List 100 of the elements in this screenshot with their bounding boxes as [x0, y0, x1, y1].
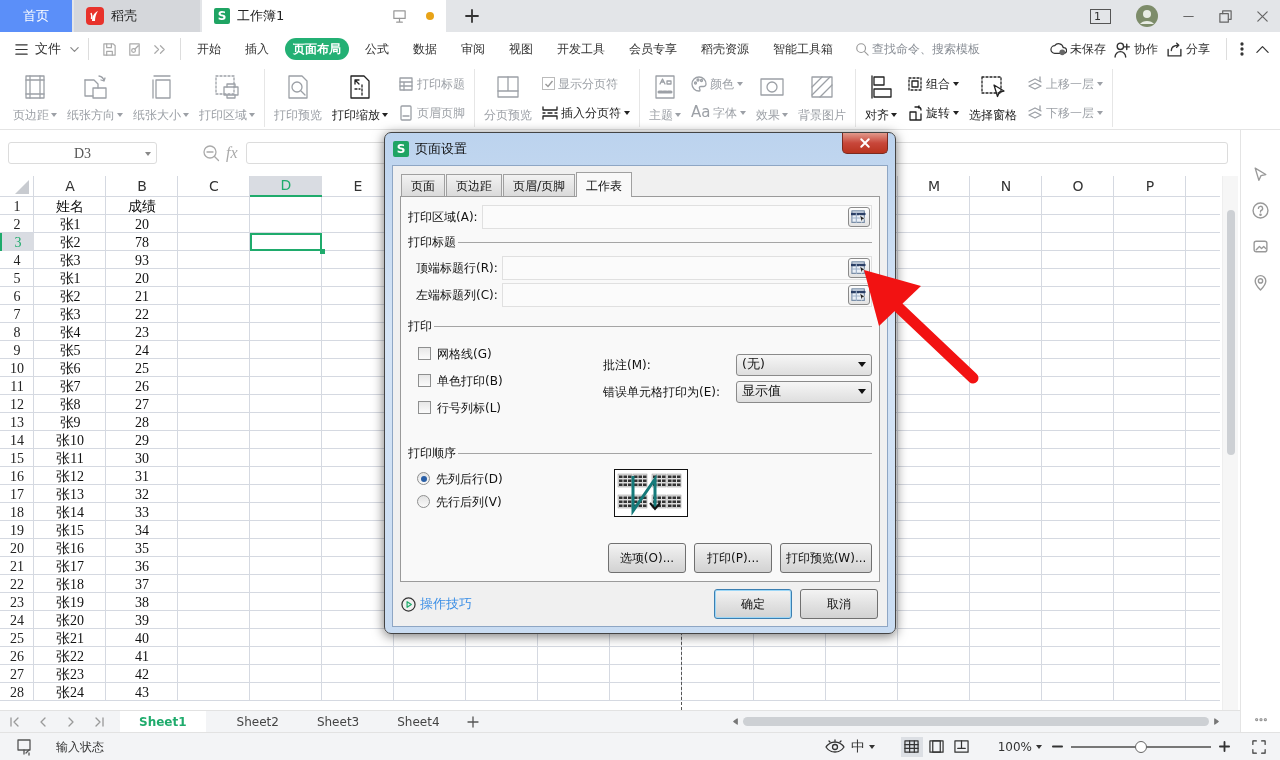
- row-header[interactable]: 9: [0, 341, 34, 359]
- column-header[interactable]: A: [34, 176, 106, 197]
- ribbon-tab[interactable]: 视图: [501, 38, 541, 60]
- row-header[interactable]: 15: [0, 449, 34, 467]
- document-tab[interactable]: 稻壳: [74, 0, 200, 32]
- range-field[interactable]: [501, 256, 872, 280]
- dialog-button[interactable]: 确定: [714, 589, 792, 619]
- row-header[interactable]: 4: [0, 251, 34, 269]
- column-header[interactable]: M: [898, 176, 970, 197]
- fullscreen-icon[interactable]: [1252, 739, 1266, 754]
- column-header[interactable]: C: [178, 176, 250, 197]
- first-icon[interactable]: [9, 715, 21, 728]
- vertical-scrollbar[interactable]: [1222, 176, 1238, 710]
- cell-icon[interactable]: [16, 737, 34, 756]
- dialog-button[interactable]: 打印(P)...: [694, 543, 772, 573]
- ribbon-tab[interactable]: 稻壳资源: [693, 38, 757, 60]
- row-header[interactable]: 16: [0, 467, 34, 485]
- row-header[interactable]: 7: [0, 305, 34, 323]
- toolbar-button[interactable]: 协作: [1114, 40, 1158, 58]
- ribbon-button[interactable]: 打印缩放: [327, 69, 393, 127]
- file-menu[interactable]: 文件: [35, 39, 80, 59]
- avatar-icon[interactable]: [1135, 4, 1159, 28]
- dialog-button[interactable]: 打印预览(W)...: [780, 543, 872, 573]
- sheet-tab[interactable]: Sheet2: [217, 711, 298, 732]
- active-cell[interactable]: [250, 233, 322, 251]
- save-icon[interactable]: [102, 41, 117, 57]
- radio-label[interactable]: 先列后行(D): [436, 469, 503, 488]
- row-header[interactable]: 17: [0, 485, 34, 503]
- ribbon-button[interactable]: 插入分页符: [542, 100, 630, 125]
- ribbon-button[interactable]: 对齐: [860, 69, 903, 127]
- horizontal-scrollbar[interactable]: [732, 714, 1220, 729]
- dialog-button[interactable]: 选项(O)...: [608, 543, 686, 573]
- window-count[interactable]: 1: [1090, 8, 1111, 24]
- row-header[interactable]: 13: [0, 413, 34, 431]
- range-picker-button[interactable]: [848, 207, 870, 227]
- dropdown[interactable]: (无): [736, 353, 872, 376]
- ribbon-tab[interactable]: 会员专享: [621, 38, 685, 60]
- radio-button[interactable]: [417, 495, 430, 508]
- ribbon-tab[interactable]: 智能工具箱: [765, 38, 841, 60]
- menu-icon[interactable]: [14, 41, 29, 57]
- row-header[interactable]: 22: [0, 575, 34, 593]
- row-header[interactable]: 8: [0, 323, 34, 341]
- range-picker-button[interactable]: [848, 285, 870, 305]
- ribbon-tab[interactable]: 开始: [189, 38, 229, 60]
- row-header[interactable]: 20: [0, 539, 34, 557]
- ribbon-tab[interactable]: 公式: [357, 38, 397, 60]
- zoom-menu[interactable]: 100%: [997, 737, 1042, 756]
- view-button[interactable]: [900, 736, 923, 757]
- ribbon-button[interactable]: 选择窗格: [964, 69, 1023, 127]
- row-header[interactable]: 21: [0, 557, 34, 575]
- zoom-out-icon[interactable]: [202, 144, 220, 162]
- row-header[interactable]: 2: [0, 215, 34, 233]
- restore-icon[interactable]: [1218, 8, 1233, 24]
- toolbar-button[interactable]: 分享: [1166, 40, 1210, 58]
- dialog-tab[interactable]: 页边距: [446, 174, 502, 196]
- location-icon[interactable]: [1252, 274, 1269, 291]
- ribbon-tab[interactable]: 开发工具: [549, 38, 613, 60]
- image-icon[interactable]: [1252, 238, 1269, 255]
- row-header[interactable]: 26: [0, 647, 34, 665]
- row-header[interactable]: 28: [0, 683, 34, 701]
- range-field[interactable]: [481, 205, 872, 229]
- row-header[interactable]: 27: [0, 665, 34, 683]
- column-header[interactable]: O: [1042, 176, 1114, 197]
- help-icon[interactable]: [1252, 202, 1269, 219]
- add-tab-icon[interactable]: [464, 8, 480, 24]
- sheet-tab[interactable]: Sheet4: [378, 711, 459, 732]
- plus-icon[interactable]: [1219, 741, 1230, 752]
- add-sheet-icon[interactable]: [466, 715, 479, 728]
- checkbox[interactable]: 网格线(G): [418, 340, 603, 367]
- radio-label[interactable]: 先行后列(V): [436, 492, 502, 511]
- row-header[interactable]: 5: [0, 269, 34, 287]
- name-box[interactable]: D3: [8, 142, 157, 164]
- input-method[interactable]: 中: [850, 736, 875, 757]
- row-header[interactable]: 14: [0, 431, 34, 449]
- save-status[interactable]: 未保存: [1050, 40, 1106, 58]
- row-header[interactable]: 25: [0, 629, 34, 647]
- ribbon-tab[interactable]: 数据: [405, 38, 445, 60]
- row-header[interactable]: 10: [0, 359, 34, 377]
- range-picker-button[interactable]: [848, 258, 870, 278]
- column-header[interactable]: N: [970, 176, 1042, 197]
- pointer-icon[interactable]: [1252, 166, 1269, 183]
- play-icon[interactable]: [401, 596, 416, 612]
- checkbox[interactable]: 单色打印(B): [418, 367, 603, 394]
- dialog-tab[interactable]: 页面: [401, 174, 445, 196]
- row-header[interactable]: 1: [0, 197, 34, 215]
- column-header[interactable]: P: [1114, 176, 1186, 197]
- close-button[interactable]: [842, 133, 888, 154]
- document-tab[interactable]: S 工作簿1: [202, 0, 446, 32]
- row-header[interactable]: 6: [0, 287, 34, 305]
- dialog-tab[interactable]: 工作表: [576, 172, 633, 197]
- row-header[interactable]: 23: [0, 593, 34, 611]
- sheet-tab[interactable]: Sheet3: [297, 711, 379, 732]
- row-header[interactable]: 12: [0, 395, 34, 413]
- checkbox[interactable]: 行号列标(L): [418, 394, 603, 421]
- radio-button[interactable]: [417, 472, 430, 485]
- dropdown[interactable]: 显示值: [736, 380, 872, 403]
- column-header[interactable]: B: [106, 176, 178, 197]
- row-header[interactable]: 11: [0, 377, 34, 395]
- row-header[interactable]: 19: [0, 521, 34, 539]
- ribbon-tab[interactable]: 审阅: [453, 38, 493, 60]
